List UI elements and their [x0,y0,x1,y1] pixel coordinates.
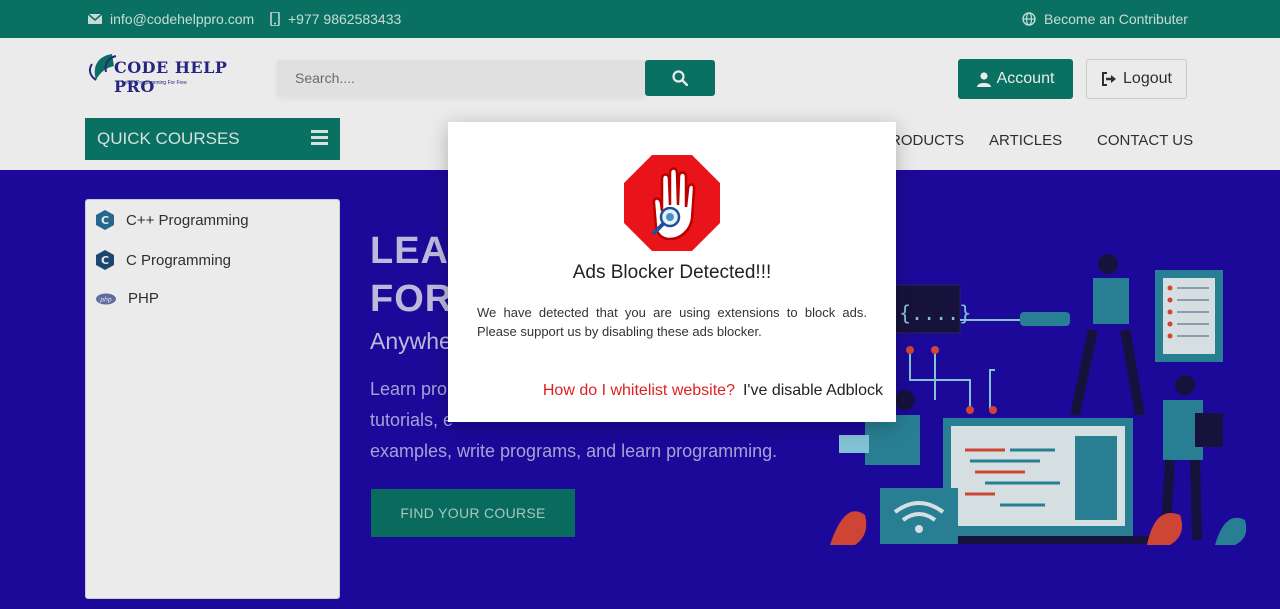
modal-message: We have detected that you are using exte… [477,305,867,339]
stop-hand-icon [624,155,720,251]
whitelist-help-link[interactable]: How do I whitelist website? [543,382,735,400]
modal-title: Ads Blocker Detected!!! [572,262,772,283]
modal-actions: How do I whitelist website? I've disable… [543,382,883,400]
adblock-disabled-link[interactable]: I've disable Adblock [743,382,883,400]
adblock-modal: Ads Blocker Detected!!! We have detected… [448,122,896,422]
